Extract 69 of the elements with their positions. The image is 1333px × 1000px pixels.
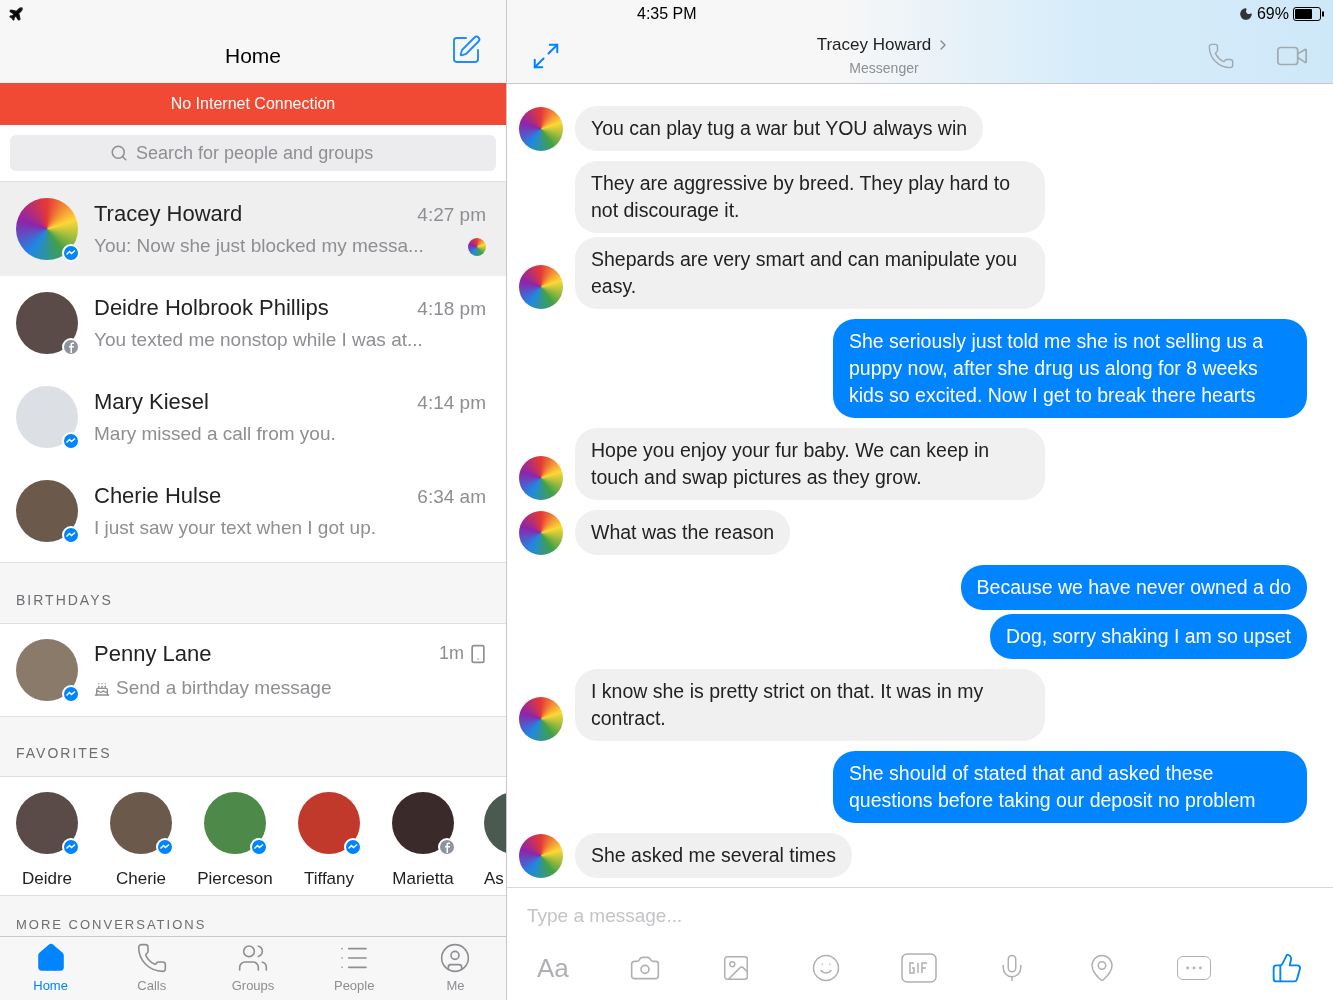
messenger-badge-icon (62, 432, 80, 450)
facebook-badge-icon (438, 838, 456, 856)
favorite-contact[interactable]: Tiffany (282, 792, 376, 895)
messenger-badge-icon (62, 244, 80, 262)
conversation-row[interactable]: Tracey Howard 4:27 pm You: Now she just blocked my messa... (0, 182, 506, 276)
search-field[interactable]: Search for people and groups (10, 135, 496, 171)
section-heading: BIRTHDAYS (16, 591, 113, 610)
message-time: 4:18 pm (417, 297, 486, 322)
received-message-bubble: What was the reason (575, 510, 791, 555)
chat-subtitle: Messenger (849, 58, 919, 78)
battery-icon (1293, 7, 1325, 21)
contact-name: Tracey Howard (94, 200, 243, 229)
sent-message-bubble: She seriously just told me she is not selling us a puppy now, after she drug us along for 8 weeks kids so excited. Now I get to break there hearts (833, 319, 1307, 418)
contact-name: Cherie Hulse (94, 482, 222, 511)
facebook-badge-icon (62, 338, 80, 356)
phone-icon (135, 941, 168, 974)
messenger-badge-icon (156, 838, 174, 856)
cake-icon (94, 680, 110, 697)
chat-title[interactable]: Tracey Howard (816, 32, 952, 58)
favorite-contact[interactable]: Cherie (94, 792, 188, 895)
received-message-bubble: They are aggressive by breed. They play hard to not discourage it. (575, 161, 1045, 233)
search-input[interactable]: Search for people and groups (136, 139, 396, 167)
message-time: 4:14 pm (417, 391, 486, 416)
message-preview: I just saw your text when I got up. (94, 516, 376, 541)
messenger-badge-icon (344, 838, 362, 856)
favorite-contact[interactable]: Pierceson (188, 792, 282, 895)
message-time: 6:34 am (417, 485, 486, 510)
airplane-mode-icon (8, 6, 24, 22)
contact-name: Deidre Holbrook Phillips (94, 294, 329, 323)
received-message-bubble: You can play tug a war but YOU always win (575, 106, 984, 151)
sent-message-bubble: She should of stated that and asked these questions before taking our deposit no problem (833, 751, 1307, 823)
search-icon (110, 144, 128, 162)
active-time: 1m (439, 642, 464, 666)
favorite-contact[interactable]: Deidre (0, 792, 94, 895)
messenger-badge-icon (250, 838, 268, 856)
section-heading: FAVORITES (16, 744, 112, 763)
status-time: 4:35 PM (637, 4, 697, 24)
contact-name: Mary Kiesel (94, 388, 209, 417)
messenger-badge-icon (62, 526, 80, 544)
message-preview: Mary missed a call from you. (94, 422, 336, 447)
gif-icon[interactable] (900, 953, 937, 983)
message-time: 4:27 pm (417, 203, 486, 228)
sidebar-title: Home (225, 42, 281, 69)
birthday-action: Send a birthday message (116, 676, 332, 701)
do-not-disturb-icon (1238, 7, 1253, 21)
received-message-bubble: Shepards are very smart and can manipulate you easy. (575, 237, 1045, 309)
birthday-row[interactable]: Penny Lane 1m Send a birthday message (0, 624, 506, 716)
more-icon[interactable] (1176, 956, 1211, 980)
battery-percent: 69% (1256, 4, 1289, 24)
received-message-bubble: Hope you enjoy your fur baby. We can keep in touch and swap pictures as they grow. (575, 428, 1045, 500)
compose-button[interactable] (450, 34, 482, 66)
received-message-bubble: She asked me several times (575, 833, 852, 878)
contact-name: Penny Lane (94, 640, 212, 669)
no-connection-banner: No Internet Connection (0, 83, 506, 125)
call-button-icon[interactable] (1207, 41, 1235, 70)
phone-device-icon (468, 643, 488, 664)
like-icon[interactable] (1270, 952, 1303, 984)
received-message-bubble: I know she is pretty strict on that. It was in my contract. (575, 669, 1045, 741)
messenger-badge-icon (62, 685, 80, 703)
emoji-icon[interactable] (810, 953, 841, 983)
section-heading: MORE CONVERSATIONS (16, 915, 207, 934)
person-circle-icon (439, 941, 472, 974)
message-preview: You: Now she just blocked my messa... (94, 234, 424, 259)
message-preview: You texted me nonstop while I was at... (94, 328, 423, 353)
messenger-badge-icon (62, 838, 80, 856)
sent-message-bubble: Dog, sorry shaking I am so upset (989, 614, 1307, 659)
favorite-contact[interactable]: Marietta (376, 792, 470, 895)
sent-message-bubble: Because we have never owned a do (960, 565, 1307, 610)
message-input[interactable]: Type a message... (507, 888, 1333, 944)
